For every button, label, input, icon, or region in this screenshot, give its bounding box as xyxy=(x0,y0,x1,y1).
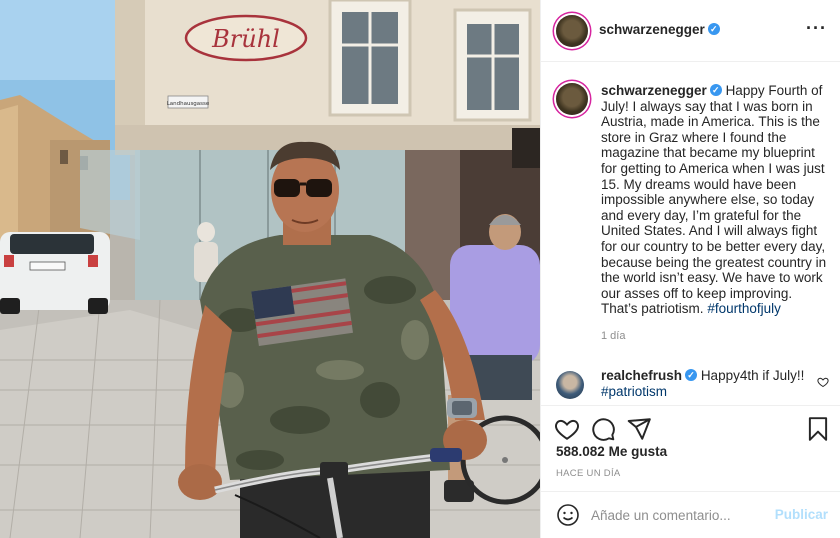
caption-avatar[interactable] xyxy=(556,83,588,115)
caption-hashtag-link[interactable]: #fourthofjuly xyxy=(707,301,781,316)
publish-button[interactable]: Publicar xyxy=(775,507,828,522)
post-photo[interactable]: Brühl Landhausgasse xyxy=(0,0,540,538)
comment-body: realchefrush ✓ Happy4th if July!! #patrio… xyxy=(601,368,831,399)
verified-badge-icon: ✓ xyxy=(685,369,698,382)
commenter-username[interactable]: realchefrush xyxy=(601,368,682,383)
comment-text: Happy4th if July!! xyxy=(700,368,805,383)
paper-plane-icon[interactable] xyxy=(626,416,652,442)
comments-section[interactable]: schwarzenegger ✓ Happy Fourth of July! I … xyxy=(541,63,840,405)
comment-like-heart-icon[interactable] xyxy=(817,376,829,388)
posted-time[interactable]: HACE UN DÍA xyxy=(556,468,621,479)
caption-body: schwarzenegger ✓ Happy Fourth of July! I … xyxy=(601,83,831,317)
street-sign-text: Landhausgasse xyxy=(167,101,210,107)
caption-username[interactable]: schwarzenegger xyxy=(601,83,707,98)
comment-item: realchefrush ✓ Happy4th if July!! #patrio… xyxy=(556,368,831,399)
post-header: schwarzenegger ✓ ··· xyxy=(541,0,840,62)
verified-badge-icon: ✓ xyxy=(707,23,720,36)
bookmark-icon[interactable] xyxy=(805,416,831,442)
smiley-icon[interactable] xyxy=(556,503,580,527)
comment-composer: Publicar xyxy=(541,491,840,538)
post-caption: schwarzenegger ✓ Happy Fourth of July! I … xyxy=(556,83,831,342)
caption-text: Happy Fourth of July! I always say that … xyxy=(601,83,827,317)
comment-input[interactable] xyxy=(591,505,771,525)
author-avatar[interactable] xyxy=(556,15,588,47)
author-username-line: schwarzenegger ✓ xyxy=(599,22,720,37)
post-sidebar: schwarzenegger ✓ ··· schwarzenegger ✓ Happ… xyxy=(540,0,840,538)
commenter-avatar[interactable] xyxy=(556,371,584,399)
likes-count: 588.082 xyxy=(556,444,605,459)
comment-hashtag-link[interactable]: #patriotism xyxy=(601,384,667,399)
store-sign-text: Brühl xyxy=(211,25,280,53)
heart-icon[interactable] xyxy=(554,416,580,442)
more-options-icon[interactable]: ··· xyxy=(806,18,827,39)
author-username[interactable]: schwarzenegger xyxy=(599,22,705,37)
likes-suffix: Me gusta xyxy=(608,444,668,459)
caption-age: 1 día xyxy=(601,329,626,342)
comment-bubble-icon[interactable] xyxy=(590,416,616,442)
post-photo-illustration: Brühl Landhausgasse xyxy=(0,0,540,538)
verified-badge-icon: ✓ xyxy=(709,84,722,97)
likes-count-line[interactable]: 588.082 Me gusta xyxy=(556,444,667,459)
